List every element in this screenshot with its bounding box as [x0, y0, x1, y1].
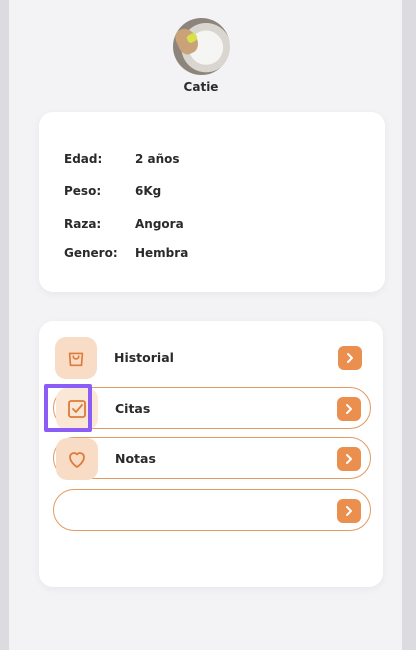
info-row-breed: Raza: Angora: [64, 217, 184, 231]
menu-card: Historial Citas Notas: [39, 321, 383, 587]
info-value: 6Kg: [135, 184, 162, 198]
shopping-bag-icon: [55, 337, 97, 379]
menu-item-notas[interactable]: Notas: [53, 437, 371, 480]
info-row-weight: Peso: 6Kg: [64, 184, 161, 198]
selection-highlight: [44, 384, 92, 432]
info-value: Angora: [135, 217, 184, 231]
heart-icon: [56, 438, 98, 480]
chevron-right-icon[interactable]: [338, 346, 362, 370]
pet-info-card: Edad: 2 años Peso: 6Kg Raza: Angora Gene…: [39, 112, 385, 292]
menu-item-label: Notas: [115, 451, 156, 466]
info-label: Genero:: [64, 246, 118, 260]
menu-item-citas[interactable]: Citas: [53, 387, 371, 430]
menu-item-historial[interactable]: Historial: [53, 337, 371, 379]
info-value: Hembra: [135, 246, 189, 260]
pet-avatar: [173, 18, 230, 75]
menu-item-empty[interactable]: [53, 489, 371, 531]
info-value: 2 años: [135, 152, 180, 166]
chevron-right-icon[interactable]: [337, 447, 361, 471]
chevron-right-icon[interactable]: [337, 499, 361, 523]
info-label: Edad:: [64, 152, 103, 166]
pet-name: Catie: [183, 80, 219, 94]
info-row-gender: Genero: Hembra: [64, 246, 188, 260]
chevron-right-icon[interactable]: [337, 397, 361, 421]
menu-item-label: Historial: [114, 350, 174, 365]
info-row-age: Edad: 2 años: [64, 152, 180, 166]
menu-item-label: Citas: [115, 401, 151, 416]
info-label: Raza:: [64, 217, 102, 231]
info-label: Peso:: [64, 184, 102, 198]
app-screen: Catie Edad: 2 años Peso: 6Kg Raza: Angor…: [9, 0, 402, 650]
